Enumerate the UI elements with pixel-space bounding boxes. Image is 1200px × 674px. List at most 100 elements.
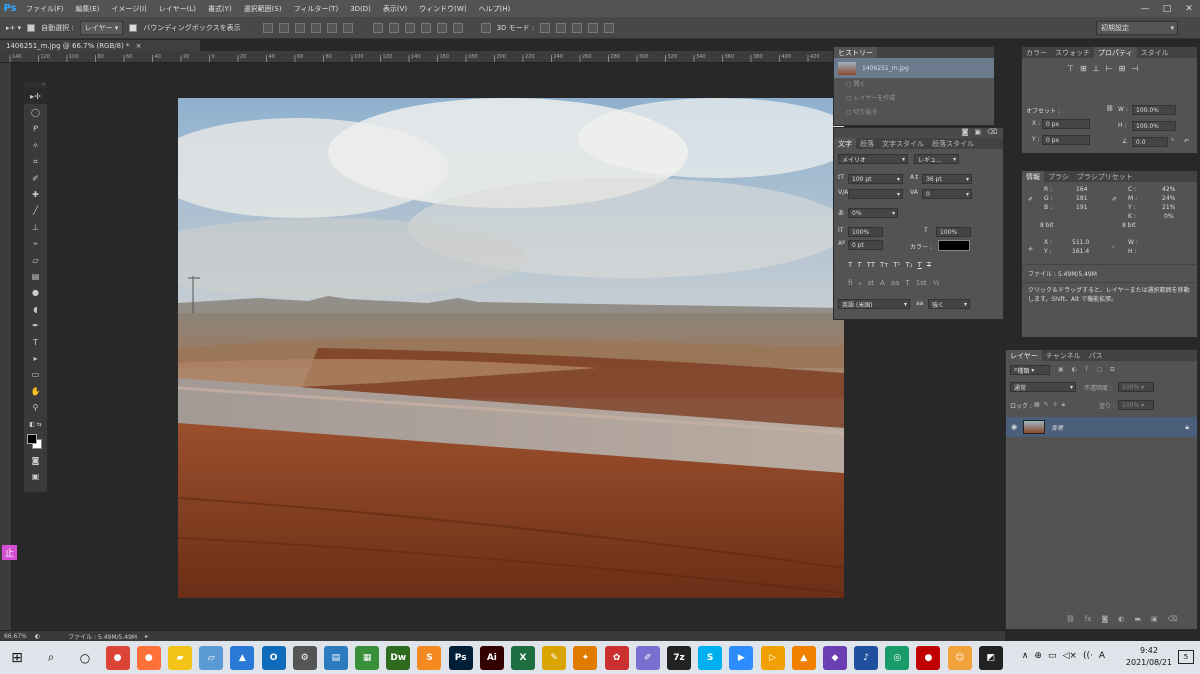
layer-row[interactable]: ◉ 背景 🔒︎	[1006, 417, 1197, 437]
photoshop-taskbar-icon[interactable]: Ps	[448, 645, 473, 670]
kerning-field[interactable]: ▾	[848, 189, 903, 199]
tab-character[interactable]: 文字	[834, 138, 856, 149]
gradient-tool-icon[interactable]: ▤	[24, 268, 47, 284]
fx-icon[interactable]: fx	[1085, 615, 1092, 623]
tab-brush[interactable]: ブラシ	[1044, 171, 1073, 182]
antialias-select[interactable]: 強く ▾	[928, 299, 970, 309]
filter-shape-icon[interactable]: ▢	[1097, 366, 1103, 374]
distribute-hcenter-icon[interactable]	[436, 22, 447, 33]
path-select-tool-icon[interactable]: ▸	[24, 350, 47, 366]
ordinal-icon[interactable]: A	[880, 279, 885, 287]
mask-icon[interactable]: ◙	[1102, 615, 1109, 623]
distribute-vcenter-icon[interactable]	[388, 22, 399, 33]
stylistic-icon[interactable]: st	[868, 279, 874, 287]
7zip-taskbar-icon[interactable]: 7z	[666, 645, 691, 670]
tab-properties[interactable]: プロパティ	[1094, 47, 1137, 58]
strikethrough-button[interactable]: T	[927, 261, 931, 269]
move-tool-icon[interactable]: ▸+ ▾	[6, 24, 21, 32]
battery-icon[interactable]: ▭	[1048, 651, 1057, 661]
eraser-tool-icon[interactable]: ▱	[24, 252, 47, 268]
tab-paths[interactable]: パス	[1085, 350, 1107, 361]
foreground-color[interactable]	[27, 434, 37, 445]
vlc-taskbar-icon[interactable]: ▲	[791, 645, 816, 670]
history-brush-tool-icon[interactable]: ⌁	[24, 236, 47, 252]
3d-pan-icon[interactable]	[572, 22, 583, 33]
history-item[interactable]: ▢ 開く	[846, 78, 994, 92]
menu-select[interactable]: 選択範囲(S)	[238, 4, 288, 14]
tab-styles[interactable]: スタイル	[1137, 47, 1173, 58]
hand-tool-icon[interactable]: ✋	[24, 383, 47, 399]
align-left-icon[interactable]	[310, 22, 321, 33]
type-tool-icon[interactable]: T	[24, 334, 47, 350]
menu-image[interactable]: イメージ(I)	[105, 4, 152, 14]
document-tab[interactable]: 1406251_m.jpg @ 66.7% (RGB/8) * ×	[0, 40, 200, 51]
filter-adjust-icon[interactable]: ◐	[1072, 366, 1077, 374]
screen-mode-icon[interactable]: ▣	[24, 469, 47, 485]
filter-pixel-icon[interactable]: ▣	[1058, 366, 1064, 374]
align-top-icon[interactable]: ⊤	[1067, 64, 1074, 73]
wifi-icon[interactable]: ((·	[1083, 651, 1093, 661]
opacity-field[interactable]: 100% ▾	[1118, 382, 1154, 392]
font-family-select[interactable]: メイリオ ▾	[838, 154, 908, 164]
blur-tool-icon[interactable]: ●	[24, 285, 47, 301]
vertical-scale-field[interactable]: 100%	[848, 227, 883, 237]
menu-edit[interactable]: 編集(E)	[70, 4, 106, 14]
delete-layer-icon[interactable]: ⌫	[1168, 615, 1178, 623]
height-field[interactable]: 100.0%	[1132, 121, 1176, 131]
history-item[interactable]: ▢ レイヤーを作成	[846, 92, 994, 106]
width-field[interactable]: 100.0%	[1132, 105, 1176, 115]
language-select[interactable]: 英語 (米国) ▾	[838, 299, 910, 309]
tab-channels[interactable]: チャンネル	[1042, 350, 1085, 361]
auto-select-dropdown[interactable]: レイヤー ▾	[79, 20, 124, 35]
taskbar-clock[interactable]: 9:42 2021/08/21	[1126, 645, 1172, 669]
align-left-icon[interactable]: ⊢	[1106, 64, 1113, 73]
app-15-taskbar-icon[interactable]: ☺	[947, 645, 972, 670]
explorer-taskbar-icon[interactable]: ▰	[167, 645, 192, 670]
color-swatches[interactable]	[24, 432, 47, 452]
lock-position-icon[interactable]: ✛	[1053, 401, 1058, 409]
auto-align-icon[interactable]	[480, 22, 491, 33]
align-right-icon[interactable]: ⊣	[1131, 64, 1138, 73]
app-7-taskbar-icon[interactable]: ✦	[573, 645, 598, 670]
task-view-icon[interactable]: ○	[68, 651, 102, 665]
notification-center-icon[interactable]: 5	[1178, 650, 1194, 664]
superscript-button[interactable]: T¹	[893, 261, 900, 269]
align-top-icon[interactable]	[262, 22, 273, 33]
app-11-taskbar-icon[interactable]: ◆	[822, 645, 847, 670]
dodge-tool-icon[interactable]: ◖	[24, 301, 47, 317]
app-8-taskbar-icon[interactable]: ✿	[604, 645, 629, 670]
swash-icon[interactable]: ℴ	[858, 279, 861, 287]
app-blue-1-taskbar-icon[interactable]: ▱	[199, 645, 224, 670]
offset-y-field[interactable]: 0 px	[1042, 135, 1090, 145]
app-16-taskbar-icon[interactable]: ◩	[978, 645, 1003, 670]
move-tool-icon[interactable]: ▸✛	[24, 88, 47, 105]
distribute-bottom-icon[interactable]	[404, 22, 415, 33]
tsume-field[interactable]: 0% ▾	[848, 208, 898, 218]
align-bottom-icon[interactable]: ⊥	[1093, 64, 1100, 73]
ime-badge[interactable]: 止	[2, 545, 17, 560]
camera-icon[interactable]: ▣	[974, 128, 981, 138]
tab-color[interactable]: カラー	[1022, 47, 1051, 58]
menu-view[interactable]: 表示(V)	[377, 4, 413, 14]
app-9-taskbar-icon[interactable]: ✐	[635, 645, 660, 670]
zoom-tool-icon[interactable]: ⚲	[24, 399, 47, 415]
app-12-taskbar-icon[interactable]: ♪	[854, 645, 879, 670]
quick-mask-icon[interactable]: ◙	[24, 452, 47, 468]
horizontal-scale-field[interactable]: 100%	[936, 227, 971, 237]
blend-mode-select[interactable]: 通常 ▾	[1010, 382, 1076, 392]
filter-type-icon[interactable]: T	[1085, 366, 1089, 374]
tab-layers[interactable]: レイヤー	[1006, 350, 1042, 361]
link-layers-icon[interactable]: ⛓	[1066, 615, 1075, 623]
menu-filter[interactable]: フィルター(T)	[288, 4, 345, 14]
ligature-icon[interactable]: fi	[848, 279, 852, 287]
3d-rotate-icon[interactable]	[540, 22, 551, 33]
baseline-field[interactable]: 0 pt	[848, 240, 883, 250]
zoom-level[interactable]: 66.67%	[4, 633, 27, 640]
font-style-select[interactable]: レギュ... ▾	[914, 154, 959, 164]
photos-taskbar-icon[interactable]: ▲	[230, 645, 255, 670]
visibility-eye-icon[interactable]: ◉	[1011, 423, 1017, 431]
group-icon[interactable]: ▬	[1134, 615, 1141, 623]
history-item[interactable]: ▢ 切り抜き	[846, 106, 994, 120]
default-colors-icon[interactable]: ◧ ⇆	[24, 416, 47, 432]
lock-paint-icon[interactable]: ✎	[1044, 401, 1049, 409]
